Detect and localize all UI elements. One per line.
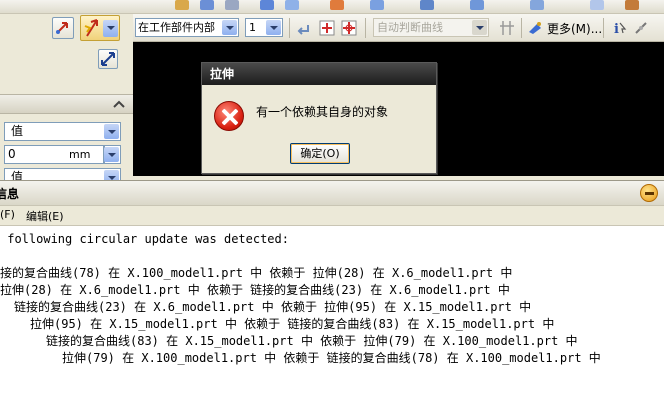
- info-line: 链接的复合曲线(83) 在 X.15_model1.prt 中 依赖于 拉伸(7…: [46, 334, 578, 348]
- minimize-button[interactable]: [640, 184, 658, 202]
- count-text: 1: [249, 21, 256, 34]
- info-line: 拉伸(79) 在 X.100_model1.prt 中 依赖于 链接的复合曲线(…: [62, 351, 601, 365]
- toolbar-tool-icon[interactable]: [225, 0, 239, 10]
- info-line: 拉伸(95) 在 X.15_model1.prt 中 依赖于 链接的复合曲线(8…: [30, 317, 555, 331]
- distance-input[interactable]: 0 mm: [4, 145, 104, 164]
- chevron-down-icon: [103, 20, 118, 37]
- count-select[interactable]: 1: [245, 18, 283, 37]
- svg-text:i: i: [614, 22, 619, 36]
- feature-dialog-panel: 值 0 mm 值: [0, 14, 133, 187]
- toolbar-tool-icon[interactable]: [420, 0, 434, 10]
- ok-button[interactable]: 确定(O): [290, 143, 350, 164]
- cross-point-icon[interactable]: [341, 20, 357, 36]
- undo-arrow-icon[interactable]: [295, 20, 311, 36]
- distance-menu-button[interactable]: [104, 145, 121, 164]
- distance-unit: mm: [69, 148, 91, 161]
- vector-icon: [56, 22, 68, 34]
- curve-rule-select[interactable]: 自动判断曲线: [373, 18, 489, 37]
- toolbar-separator: [365, 18, 366, 38]
- toolbar-tool-icon[interactable]: [625, 0, 639, 10]
- start-value-text: 值: [11, 124, 24, 138]
- stop-at-intersection-icon[interactable]: [499, 20, 515, 36]
- chevron-down-icon: [266, 20, 281, 35]
- inferred-vector-dropdown[interactable]: [80, 15, 120, 41]
- toolbar-separator: [521, 18, 522, 38]
- main-toolbar-strip: [0, 0, 664, 14]
- toolbar-separator: [289, 18, 290, 38]
- toolbar-tool-icon[interactable]: [370, 0, 384, 10]
- toolbar-tool-icon[interactable]: [200, 0, 214, 10]
- toolbar-tool-icon[interactable]: [330, 0, 344, 10]
- menu-file[interactable]: (F): [0, 208, 15, 221]
- toolbar-tool-icon[interactable]: [590, 0, 604, 10]
- chevron-down-icon: [222, 20, 237, 35]
- info-line: 链接的复合曲线(23) 在 X.6_model1.prt 中 依赖于 拉伸(95…: [14, 300, 532, 314]
- info-text-area[interactable]: following circular update was detected: …: [0, 226, 664, 404]
- info-line: 接的复合曲线(78) 在 X.100_model1.prt 中 依赖于 拉伸(2…: [0, 266, 513, 280]
- more-button-label: 更多(M)...: [547, 22, 603, 36]
- vector-dialog-button[interactable]: [52, 17, 74, 39]
- section-header-bar[interactable]: [0, 94, 133, 114]
- reverse-direction-icon: [101, 52, 115, 66]
- menu-edit[interactable]: 编辑(E): [26, 208, 64, 224]
- start-value-select[interactable]: 值: [4, 122, 121, 141]
- toolbar-tool-icon[interactable]: [260, 0, 274, 10]
- lightning-vector-icon: [84, 19, 98, 37]
- chevron-down-icon: [104, 147, 119, 162]
- selection-scope-text: 在工作部件内部: [138, 21, 215, 34]
- info-window-titlebar: 信息: [0, 180, 664, 206]
- info-line: following circular update was detected:: [0, 232, 289, 246]
- more-options-icon: [529, 22, 541, 34]
- toolbar-tool-icon[interactable]: [470, 0, 484, 10]
- toolbar-tool-icon[interactable]: [175, 0, 189, 10]
- dialog-title: 拉伸: [202, 63, 436, 85]
- info-window-title: 信息: [0, 187, 20, 201]
- add-point-icon[interactable]: [319, 20, 335, 36]
- info-line: 拉伸(28) 在 X.6_model1.prt 中 依赖于 链接的复合曲线(23…: [0, 283, 510, 297]
- selection-toolbar: 在工作部件内部 1 自动判断曲线 更多(M)... i: [133, 14, 664, 42]
- dialog-message: 有一个依赖其自身的对象: [256, 105, 389, 119]
- error-dialog: 拉伸 有一个依赖其自身的对象 确定(O): [201, 62, 437, 174]
- chevron-up-icon: [113, 100, 125, 108]
- reverse-direction-button[interactable]: [98, 49, 118, 69]
- chevron-down-icon: [472, 20, 487, 35]
- curve-rule-text: 自动判断曲线: [377, 21, 443, 34]
- toolbar-tool-icon[interactable]: [285, 0, 299, 10]
- error-icon: [214, 101, 244, 131]
- chevron-down-icon: [104, 124, 119, 139]
- distance-value: 0: [8, 147, 16, 161]
- snap-tool-icon[interactable]: [633, 20, 649, 36]
- info-menubar: (F) 编辑(E): [0, 206, 664, 226]
- toolbar-tool-icon[interactable]: [530, 0, 544, 10]
- toolbar-separator: [603, 18, 604, 38]
- selection-scope-select[interactable]: 在工作部件内部: [135, 18, 239, 37]
- selection-info-icon[interactable]: i: [611, 20, 627, 36]
